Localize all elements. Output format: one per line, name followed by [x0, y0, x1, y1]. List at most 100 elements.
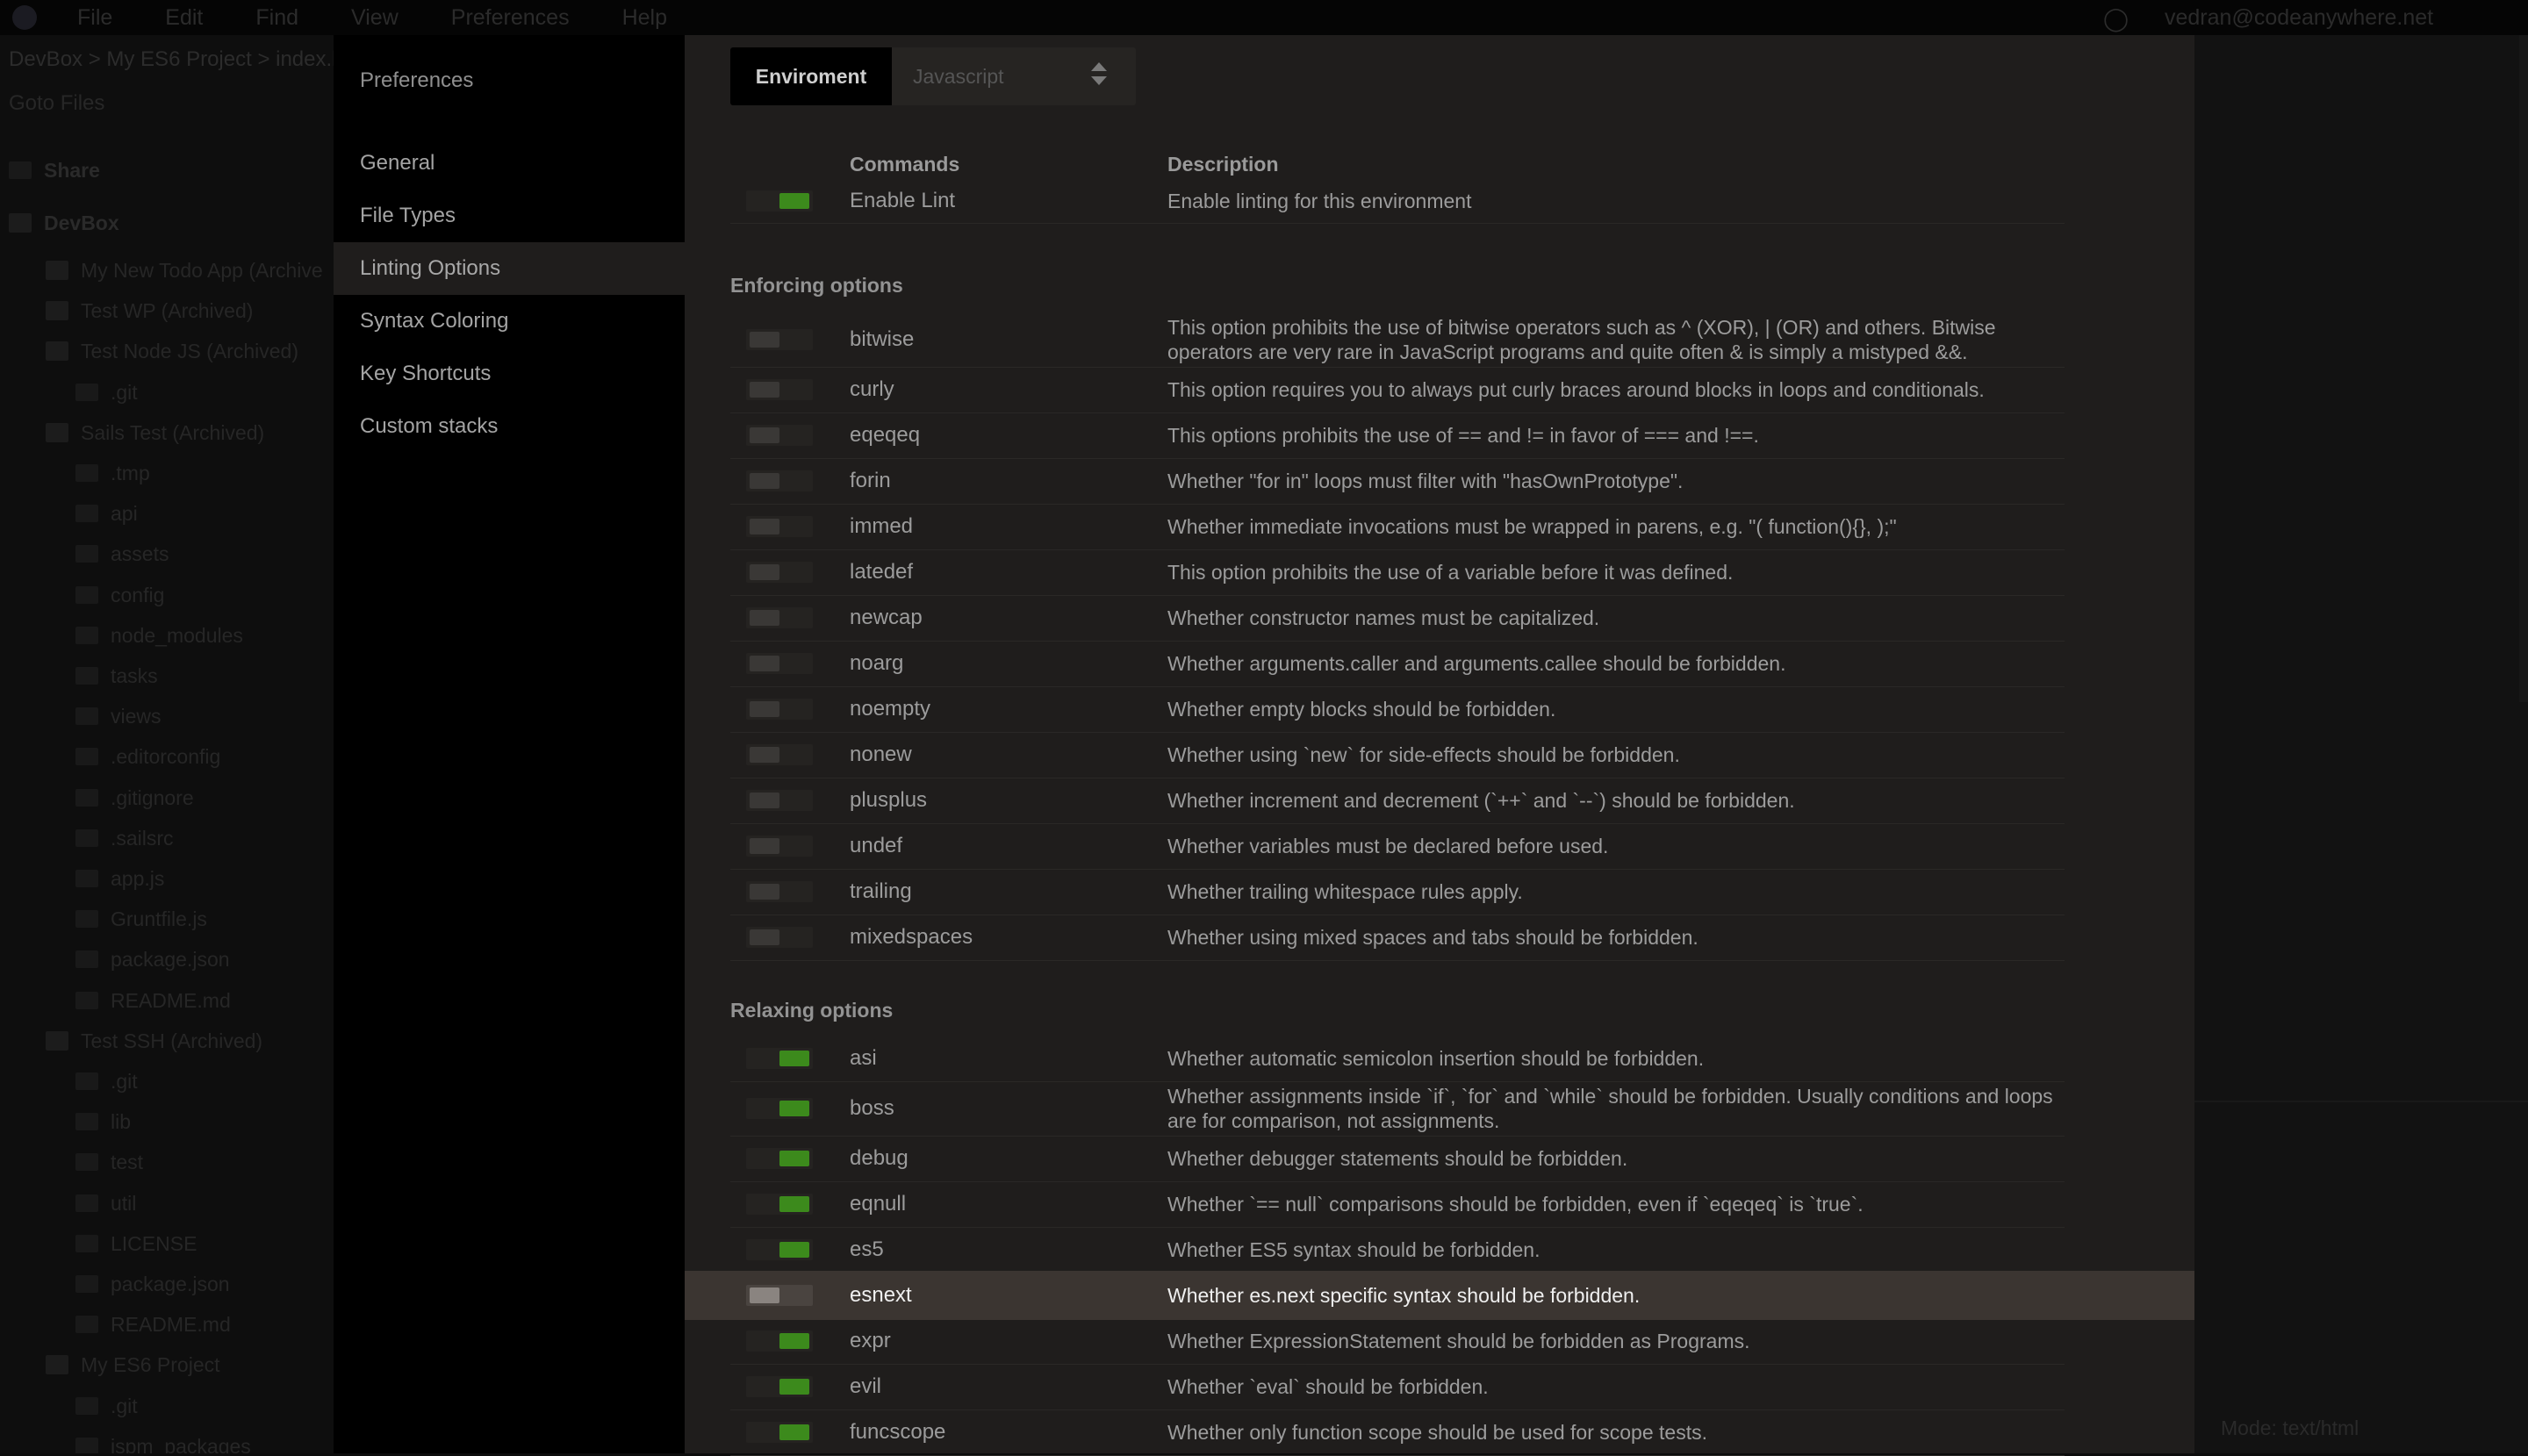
tree-item[interactable]: app.js	[75, 861, 164, 896]
nav-syntax-coloring[interactable]: Syntax Coloring	[334, 295, 685, 348]
toggle-switch[interactable]	[746, 1330, 813, 1352]
toggle-switch[interactable]	[746, 790, 813, 811]
tree-item[interactable]: .editorconfig	[75, 739, 220, 774]
tree-item[interactable]: config	[75, 577, 164, 613]
toggle-switch[interactable]	[746, 1148, 813, 1169]
environment-tab[interactable]: Enviroment	[730, 47, 892, 105]
tree-item[interactable]: jspm_packages	[75, 1429, 251, 1453]
share-label: Share	[44, 159, 100, 182]
tree-item-label: .gitignore	[111, 785, 194, 809]
toggle-switch[interactable]	[746, 1194, 813, 1215]
globe-icon[interactable]: ◯	[2103, 5, 2129, 32]
file-sidebar: DevBox > My ES6 Project > index.h Goto F…	[0, 35, 334, 1453]
goto-files-link[interactable]: Goto Files	[9, 91, 104, 116]
toggle-switch[interactable]	[746, 562, 813, 583]
file-icon	[75, 910, 98, 929]
tree-item[interactable]: Test WP (Archived)	[46, 293, 253, 328]
tree-item[interactable]: tasks	[75, 658, 158, 693]
tree-item[interactable]: views	[75, 699, 162, 734]
tree-item[interactable]: package.json	[75, 1266, 230, 1302]
toggle-switch[interactable]	[746, 699, 813, 720]
tree-item[interactable]: .tmp	[75, 455, 150, 491]
nav-key-shortcuts[interactable]: Key Shortcuts	[334, 348, 685, 400]
toggle-switch[interactable]	[746, 1422, 813, 1443]
menu-help[interactable]: Help	[622, 0, 667, 35]
toggle-switch[interactable]	[746, 744, 813, 765]
option-name: noempty	[850, 697, 931, 721]
tree-item[interactable]: My ES6 Project	[46, 1347, 220, 1382]
tree-item[interactable]: node_modules	[75, 618, 243, 653]
option-row-forin: forin Whether "for in" loops must filter …	[730, 458, 2065, 505]
menu-view[interactable]: View	[351, 0, 399, 35]
tree-item[interactable]: lib	[75, 1104, 131, 1139]
share-item[interactable]: Share	[9, 153, 100, 188]
tree-item[interactable]: assets	[75, 536, 169, 571]
option-name: debug	[850, 1146, 908, 1170]
option-name: plusplus	[850, 788, 928, 812]
tree-item[interactable]: .git	[75, 1064, 138, 1099]
toggle-switch[interactable]	[746, 836, 813, 857]
tree-item[interactable]: README.md	[75, 983, 231, 1018]
briefcase-icon	[46, 1355, 68, 1375]
toggle-switch[interactable]	[746, 190, 813, 212]
select-arrows-icon[interactable]	[1090, 62, 1108, 90]
breadcrumb[interactable]: DevBox > My ES6 Project > index.h	[9, 47, 334, 72]
devbox-item[interactable]: DevBox	[9, 205, 119, 240]
menu-preferences[interactable]: Preferences	[451, 0, 570, 35]
nav-linting-options[interactable]: Linting Options	[334, 242, 685, 295]
toggle-switch[interactable]	[746, 927, 813, 948]
toggle-switch[interactable]	[746, 329, 813, 350]
toggle-switch[interactable]	[746, 1239, 813, 1260]
toggle-switch[interactable]	[746, 379, 813, 400]
tree-item[interactable]: Test Node JS (Archived)	[46, 334, 298, 369]
tree-item[interactable]: Sails Test (Archived)	[46, 415, 264, 450]
tree-item-label: util	[111, 1191, 137, 1215]
toggle-switch[interactable]	[746, 1048, 813, 1069]
tree-item[interactable]: .gitignore	[75, 780, 194, 815]
menu-edit[interactable]: Edit	[165, 0, 203, 35]
option-name: newcap	[850, 606, 923, 629]
tree-item[interactable]: util	[75, 1186, 136, 1221]
tree-item[interactable]: .sailsrc	[75, 821, 174, 856]
briefcase-icon	[46, 341, 68, 362]
tree-item-label: .editorconfig	[111, 745, 221, 769]
tree-item-label: My ES6 Project	[81, 1353, 220, 1377]
file-icon	[75, 788, 98, 807]
toggle-switch[interactable]	[746, 470, 813, 491]
toggle-switch[interactable]	[746, 516, 813, 537]
toggle-switch[interactable]	[746, 607, 813, 628]
tree-item[interactable]: api	[75, 496, 138, 531]
description-header: Description	[1167, 153, 1279, 176]
user-email[interactable]: vedran@codeanywhere.net	[2165, 0, 2433, 35]
tree-item[interactable]: LICENSE	[75, 1226, 197, 1261]
tree-item[interactable]: Gruntfile.js	[75, 901, 207, 936]
language-select[interactable]: Javascript	[913, 47, 1004, 105]
toggle-switch[interactable]	[746, 881, 813, 902]
toggle-knob	[750, 656, 779, 671]
tree-item[interactable]: Test SSH (Archived)	[46, 1023, 262, 1058]
nav-general[interactable]: General	[334, 137, 685, 190]
tree-item-label: package.json	[111, 1273, 230, 1295]
tree-item[interactable]: test	[75, 1144, 143, 1180]
toggle-switch[interactable]	[746, 653, 813, 674]
toggle-switch[interactable]	[746, 425, 813, 446]
editor-scrollbar[interactable]	[2519, 35, 2528, 702]
tree-item[interactable]: README.md	[75, 1307, 231, 1342]
menu-find[interactable]: Find	[255, 0, 298, 35]
toggle-switch[interactable]	[746, 1285, 813, 1306]
toggle-switch[interactable]	[746, 1098, 813, 1119]
tree-item[interactable]: package.json	[75, 942, 230, 977]
option-row-eqeqeq: eqeqeq This options prohibits the use of …	[730, 412, 2065, 459]
option-row-plusplus: plusplus Whether increment and decrement …	[730, 778, 2065, 824]
nav-file-types[interactable]: File Types	[334, 190, 685, 242]
tree-item-label: Test WP (Archived)	[81, 299, 254, 323]
nav-custom-stacks[interactable]: Custom stacks	[334, 400, 685, 453]
toggle-knob	[779, 1196, 809, 1212]
tree-item[interactable]: .git	[75, 1388, 138, 1424]
tree-item[interactable]: .git	[75, 375, 138, 410]
toggle-switch[interactable]	[746, 1376, 813, 1397]
tree-item[interactable]: My New Todo App (Archive	[46, 253, 323, 288]
menu-file[interactable]: File	[77, 0, 112, 35]
toggle-knob	[750, 747, 779, 763]
file-icon	[75, 1316, 98, 1334]
